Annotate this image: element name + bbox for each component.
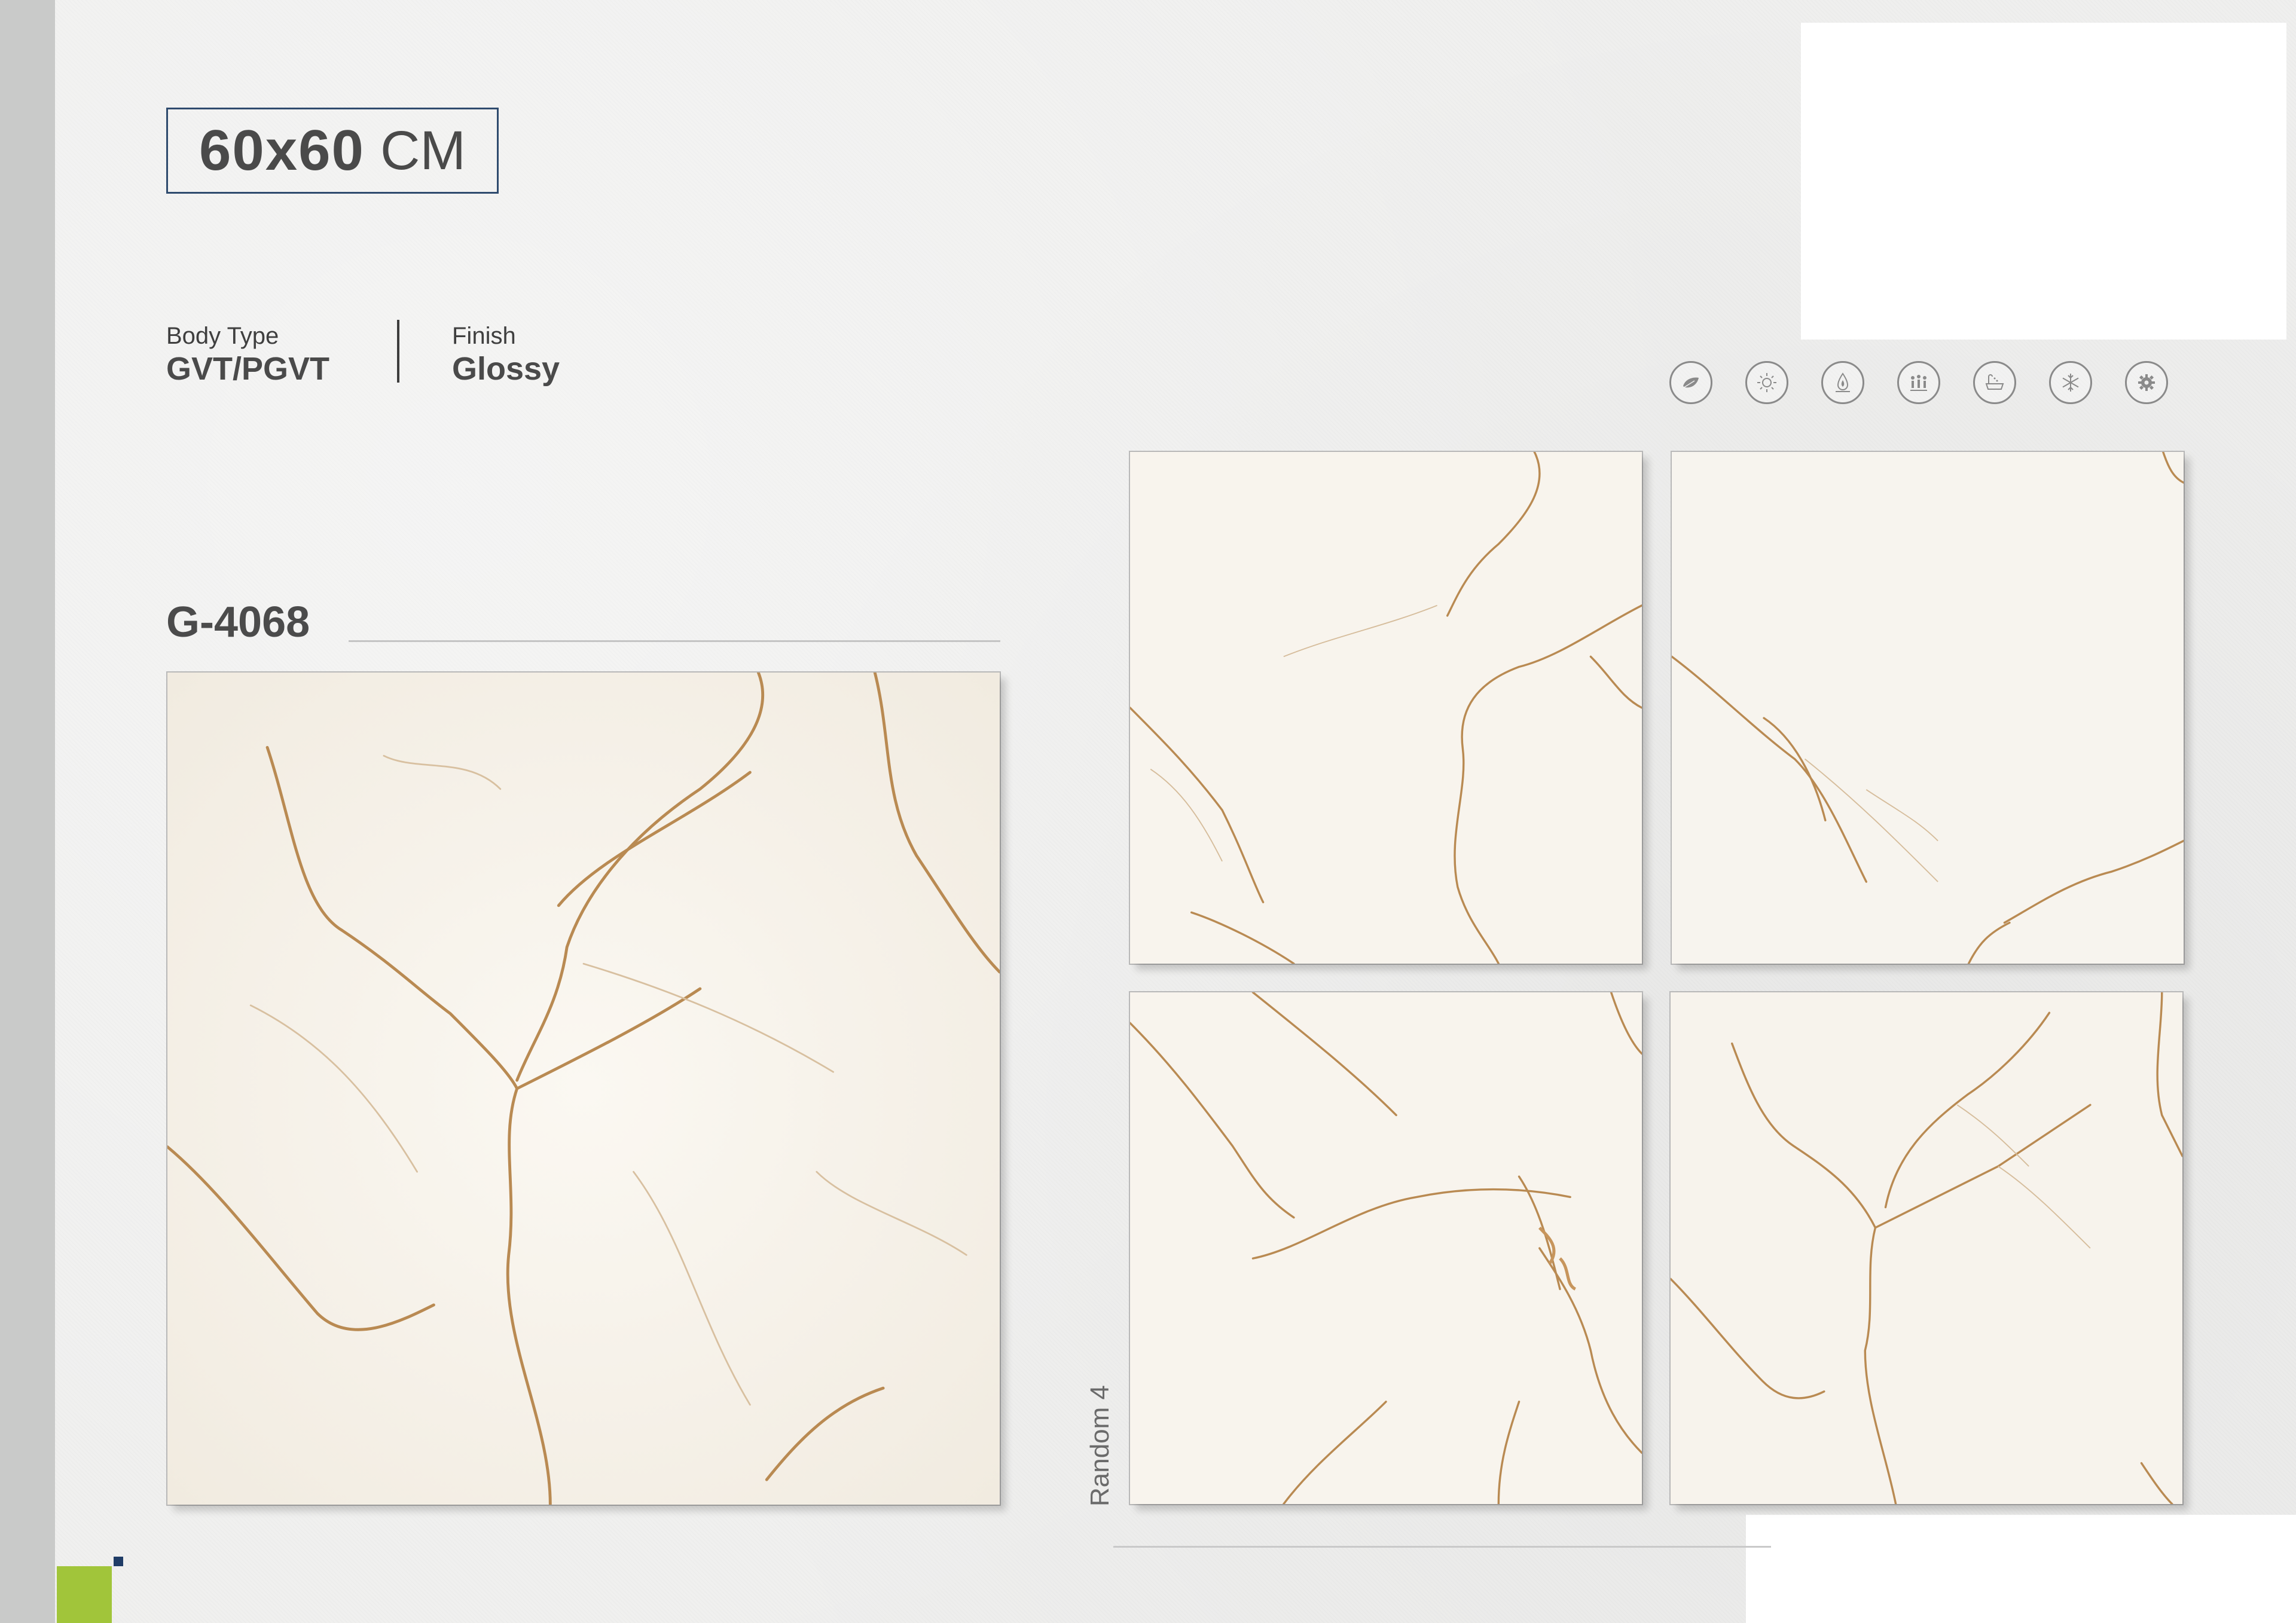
size-badge: 60x60 CM xyxy=(166,108,499,194)
random-tile-4 xyxy=(1671,992,2182,1504)
spec-body-type: Body Type GVT/PGVT xyxy=(166,322,329,387)
flame-drop-icon xyxy=(1821,361,1864,404)
layout-label: Random 4 xyxy=(1085,1384,1115,1506)
top-right-white-panel xyxy=(1801,23,2286,340)
leaf-icon xyxy=(1669,361,1712,404)
body-type-value: GVT/PGVT xyxy=(166,351,330,387)
green-accent-square xyxy=(57,1566,112,1623)
size-unit: CM xyxy=(380,120,466,181)
bottom-rule xyxy=(1113,1546,1771,1548)
finish-label: Finish xyxy=(452,323,516,349)
spec-finish: Finish Glossy xyxy=(452,322,560,387)
bottom-right-white-panel xyxy=(1746,1515,2296,1623)
product-code-rule xyxy=(349,640,1000,642)
main-tile-image xyxy=(167,673,1000,1505)
random-tile-3 xyxy=(1130,992,1642,1504)
feature-icons xyxy=(1669,361,2168,404)
navy-accent-square xyxy=(114,1557,123,1566)
random-tile-2 xyxy=(1672,452,2184,964)
gear-icon xyxy=(2125,361,2168,404)
size-dimension: 60x60 xyxy=(199,118,365,182)
product-code: G-4068 xyxy=(166,598,310,646)
bathtub-icon xyxy=(1973,361,2016,404)
spec-divider xyxy=(397,320,399,383)
people-icon xyxy=(1897,361,1940,404)
sun-icon xyxy=(1745,361,1788,404)
finish-value: Glossy xyxy=(452,351,560,387)
random-tile-1 xyxy=(1130,452,1642,964)
snowflake-icon xyxy=(2049,361,2092,404)
left-sidebar-band xyxy=(0,0,55,1623)
body-type-label: Body Type xyxy=(166,323,279,349)
